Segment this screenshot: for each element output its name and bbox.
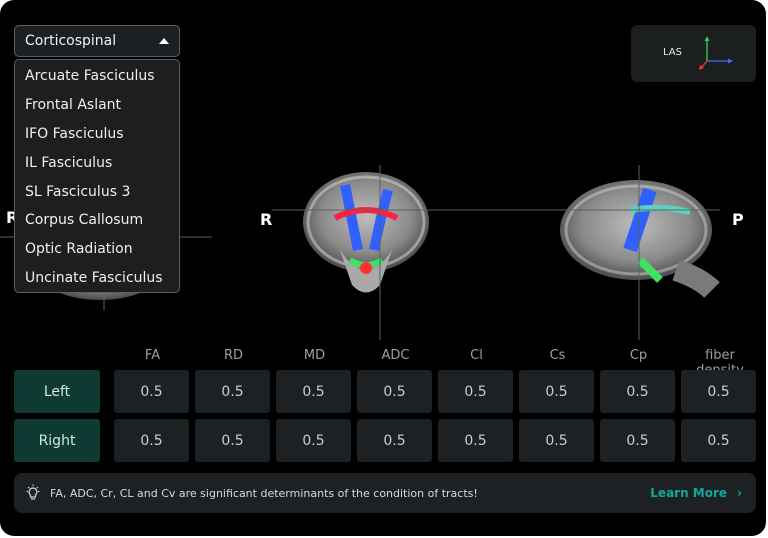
axes-icon xyxy=(699,36,733,70)
learn-more-label: Learn More xyxy=(650,486,728,500)
col-head-cp: Cp xyxy=(629,348,648,363)
menu-item-uncinate-fasciculus[interactable]: Uncinate Fasciculus xyxy=(15,264,179,293)
col-head-fa: FA xyxy=(144,348,161,363)
menu-item-sl-fasciculus-3[interactable]: SL Fasciculus 3 xyxy=(15,177,179,206)
cell-right-adc: 0.5 xyxy=(357,419,432,462)
learn-more-link[interactable]: Learn More › xyxy=(650,486,742,500)
col-head-cs: Cs xyxy=(549,348,566,363)
col-head-rd: RD xyxy=(223,348,244,363)
cell-left-cp: 0.5 xyxy=(600,370,675,413)
cell-left-cs: 0.5 xyxy=(519,370,594,413)
menu-item-arcuate-fasciculus[interactable]: Arcuate Fasciculus xyxy=(15,62,179,91)
cell-right-cl: 0.5 xyxy=(438,419,513,462)
row-label-right: Right xyxy=(14,419,100,462)
cell-left-md: 0.5 xyxy=(276,370,351,413)
cell-right-rd: 0.5 xyxy=(195,419,270,462)
info-message: FA, ADC, Cr, CL and Cv are significant d… xyxy=(50,486,478,500)
col-head-cl: Cl xyxy=(470,348,483,363)
col-head-md: MD xyxy=(303,348,326,363)
orientation-widget[interactable]: LAS xyxy=(631,25,756,82)
tract-select-menu[interactable]: Arcuate Fasciculus Frontal Aslant IFO Fa… xyxy=(14,59,180,293)
cell-right-fa: 0.5 xyxy=(114,419,189,462)
cell-right-cs: 0.5 xyxy=(519,419,594,462)
sagittal-posterior-label: P xyxy=(732,210,744,229)
row-label-left: Left xyxy=(14,370,100,413)
cell-left-fa: 0.5 xyxy=(114,370,189,413)
caret-up-icon xyxy=(159,38,169,44)
orientation-label: LAS xyxy=(663,47,682,58)
menu-item-frontal-aslant[interactable]: Frontal Aslant xyxy=(15,91,179,120)
tract-select-value: Corticospinal xyxy=(25,33,117,49)
col-head-adc: ADC xyxy=(381,348,410,363)
coronal-right-label: R xyxy=(260,210,273,229)
menu-item-corpus-callosum[interactable]: Corpus Callosum xyxy=(15,206,179,235)
menu-item-optic-radiation[interactable]: Optic Radiation xyxy=(15,235,179,264)
cell-left-adc: 0.5 xyxy=(357,370,432,413)
info-bar: FA, ADC, Cr, CL and Cv are significant d… xyxy=(14,473,756,513)
app-frame: R R P Corticospinal Arcuate Fasciculus F… xyxy=(0,0,766,536)
lightbulb-icon xyxy=(26,484,40,500)
cell-right-fiber-density: 0.5 xyxy=(681,419,756,462)
cell-right-md: 0.5 xyxy=(276,419,351,462)
tract-select[interactable]: Corticospinal xyxy=(14,25,180,57)
menu-item-ifo-fasciculus[interactable]: IFO Fasciculus xyxy=(15,120,179,149)
menu-item-il-fasciculus[interactable]: IL Fasciculus xyxy=(15,148,179,177)
cell-left-rd: 0.5 xyxy=(195,370,270,413)
coronal-view xyxy=(272,165,560,340)
chevron-right-icon: › xyxy=(737,486,742,500)
sagittal-view xyxy=(560,165,720,340)
cell-left-cl: 0.5 xyxy=(438,370,513,413)
cell-left-fiber-density: 0.5 xyxy=(681,370,756,413)
cell-right-cp: 0.5 xyxy=(600,419,675,462)
